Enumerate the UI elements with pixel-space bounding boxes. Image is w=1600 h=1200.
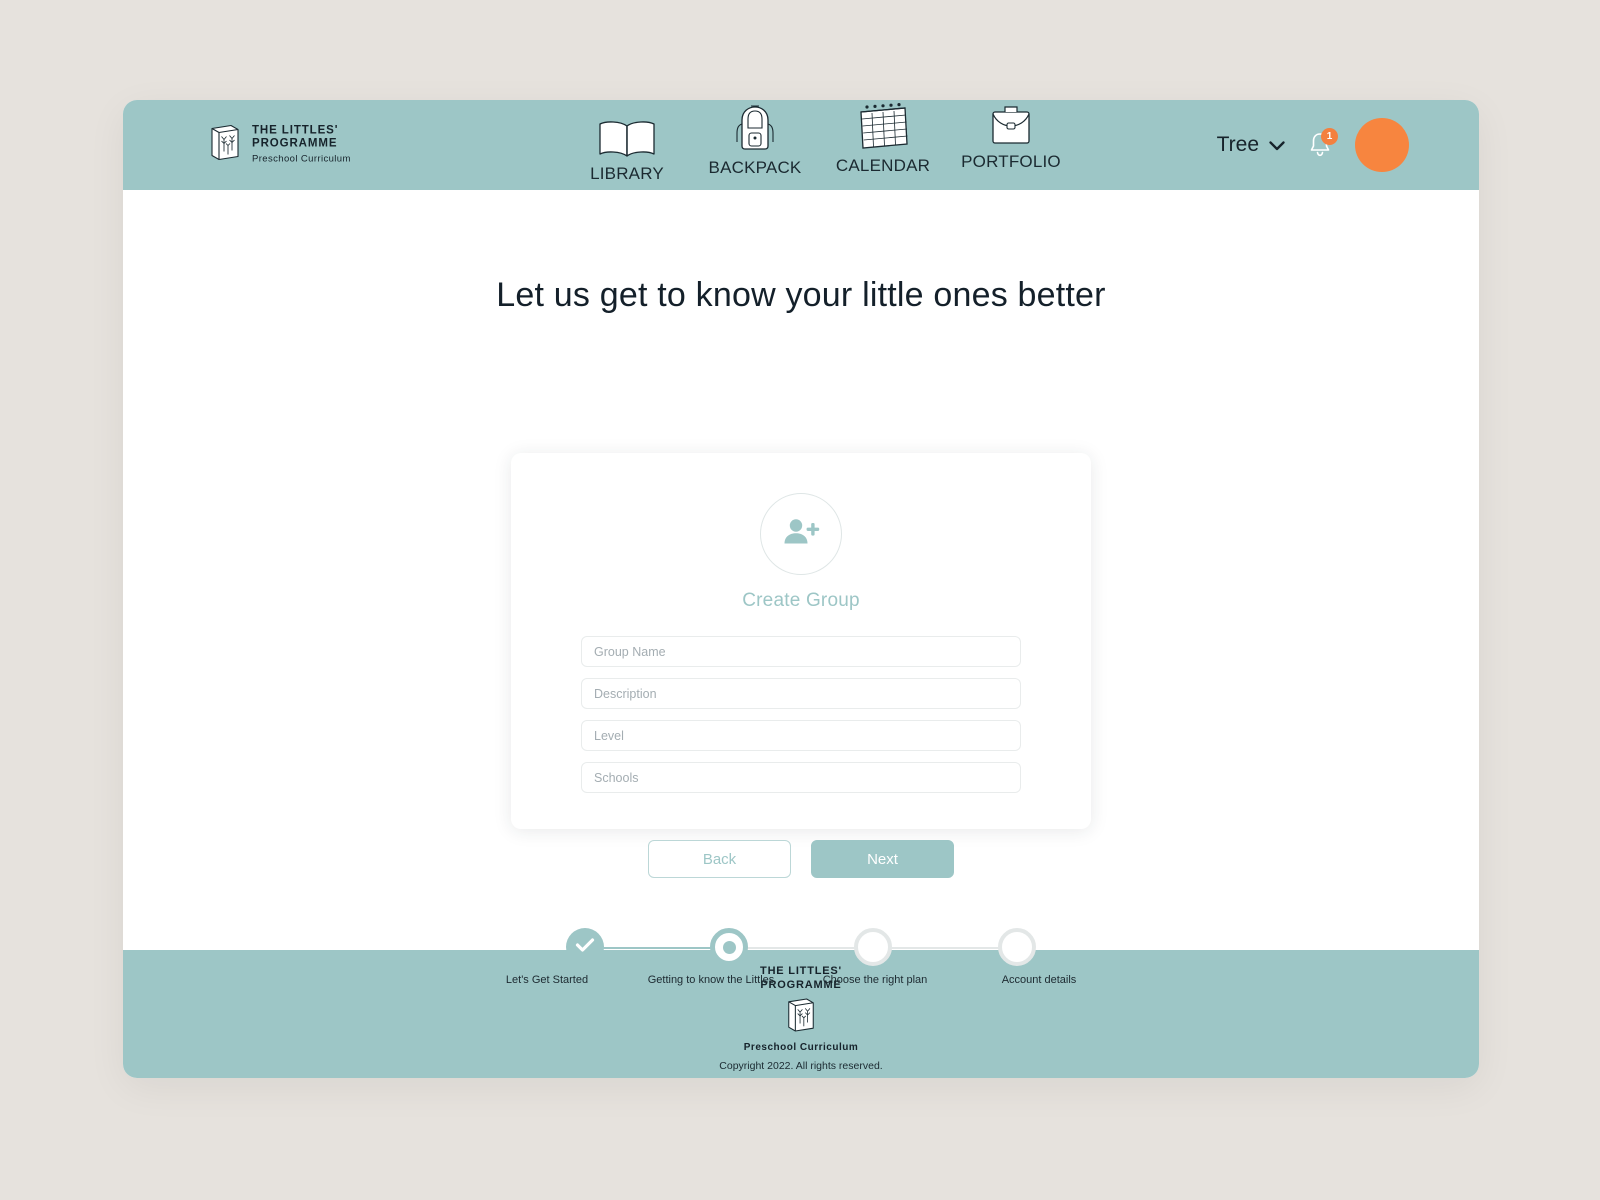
brand-title-line1: THE LITTLES' [252, 124, 339, 137]
step-label-2: Getting to know the Littles [648, 974, 775, 986]
create-group-card: Create Group [511, 453, 1091, 829]
stepper-labels: Let's Get Started Getting to know the Li… [506, 974, 1076, 986]
group-name-input[interactable] [581, 636, 1021, 667]
level-input[interactable] [581, 720, 1021, 751]
app-header: THE LITTLES' PROGRAMME Preschool Curricu… [123, 100, 1479, 190]
active-dot-icon [722, 940, 736, 954]
chevron-down-icon [1269, 133, 1285, 157]
open-book-icon [596, 116, 658, 160]
header-right-group: Tree 1 [1217, 118, 1409, 172]
notifications-button[interactable]: 1 [1307, 128, 1338, 162]
description-input[interactable] [581, 678, 1021, 709]
footer-copyright: Copyright 2022. All rights reserved. [719, 1060, 883, 1073]
main-navigation: LIBRARY BACKPACK CALENDAR PORTFOLIO [563, 100, 1075, 190]
nav-label-backpack: BACKPACK [708, 158, 802, 177]
wizard-actions: Back Next [648, 840, 954, 878]
calendar-icon [855, 103, 911, 152]
nav-item-calendar[interactable]: CALENDAR [819, 100, 947, 176]
book-logo-icon [208, 124, 242, 167]
step-label-3-text: Choose the right plan [822, 974, 928, 986]
account-menu[interactable]: Tree [1217, 133, 1285, 157]
nav-item-library[interactable]: LIBRARY [563, 100, 691, 184]
nav-item-backpack[interactable]: BACKPACK [691, 100, 819, 178]
check-icon [575, 937, 595, 958]
screen: THE LITTLES' PROGRAMME Preschool Curricu… [0, 0, 1600, 1200]
step-node-2[interactable] [710, 928, 748, 966]
stepper-track [566, 928, 1036, 966]
step-label-1: Let's Get Started [506, 974, 588, 986]
step-label-1-text: Let's Get Started [505, 974, 589, 986]
brand-text: THE LITTLES' PROGRAMME Preschool Curricu… [252, 124, 351, 165]
footer-book-logo-icon [785, 997, 817, 1038]
brand-subtitle: Preschool Curriculum [252, 153, 351, 165]
step-label-4: Account details [1002, 974, 1077, 986]
schools-input[interactable] [581, 762, 1021, 793]
bell-icon [1307, 133, 1333, 162]
footer-subtitle: Preschool Curriculum [743, 1042, 859, 1054]
step-node-4[interactable] [998, 928, 1036, 966]
backpack-icon [729, 105, 781, 154]
back-button[interactable]: Back [648, 840, 791, 878]
step-label-3: Choose the right plan [823, 974, 928, 986]
nav-label-calendar: CALENDAR [835, 156, 931, 175]
create-group-label: Create Group [742, 590, 860, 611]
avatar[interactable] [1355, 118, 1409, 172]
account-name: Tree [1216, 133, 1259, 156]
main-content: Let us get to know your little ones bett… [123, 190, 1479, 986]
brand-logo[interactable]: THE LITTLES' PROGRAMME Preschool Curricu… [208, 124, 351, 167]
briefcase-icon [986, 104, 1036, 148]
app-window: THE LITTLES' PROGRAMME Preschool Curricu… [123, 100, 1479, 1078]
step-node-3[interactable] [854, 928, 892, 966]
person-add-icon [781, 515, 821, 554]
notification-badge: 1 [1321, 128, 1338, 145]
next-button[interactable]: Next [811, 840, 954, 878]
nav-label-portfolio: PORTFOLIO [961, 152, 1061, 171]
wizard-stepper: Let's Get Started Getting to know the Li… [506, 928, 1076, 986]
brand-title-line2: PROGRAMME [252, 137, 338, 150]
step-label-2-text: Getting to know the Littles [647, 974, 775, 986]
nav-label-library: LIBRARY [590, 164, 664, 183]
step-node-1[interactable] [566, 928, 604, 966]
step-label-4-text: Account details [1001, 974, 1077, 986]
page-title: Let us get to know your little ones bett… [496, 276, 1106, 314]
nav-item-portfolio[interactable]: PORTFOLIO [947, 100, 1075, 172]
create-group-avatar [760, 493, 842, 575]
